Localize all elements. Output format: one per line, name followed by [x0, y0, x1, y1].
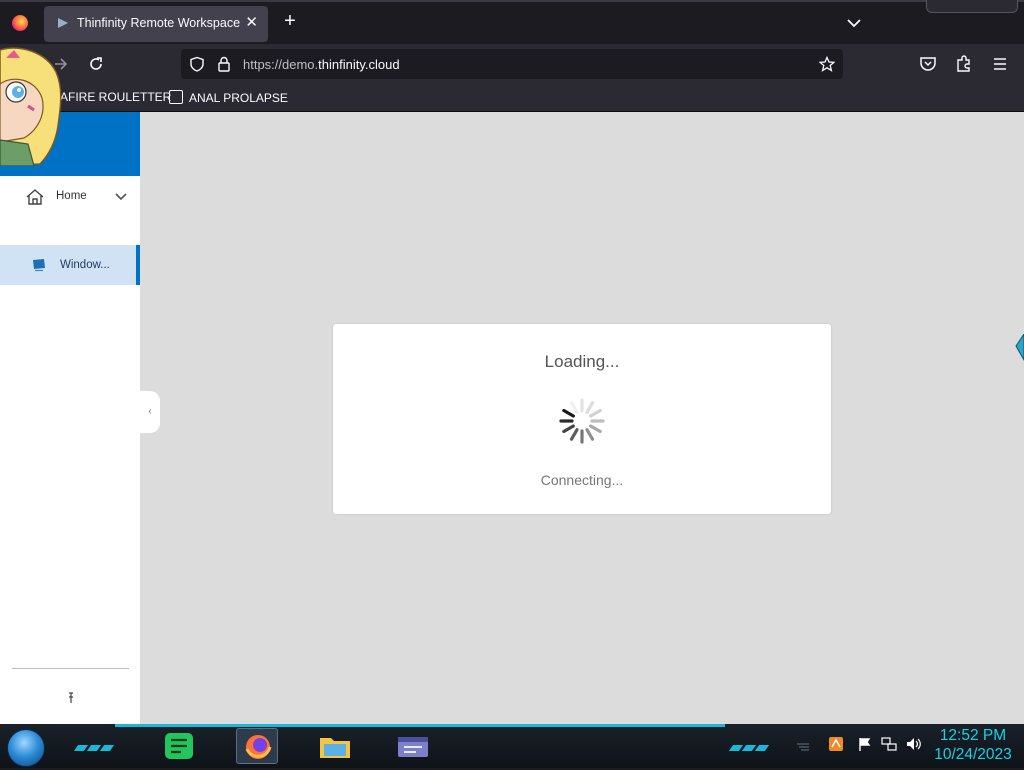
reload-icon[interactable] — [86, 54, 106, 74]
star-icon[interactable] — [819, 56, 835, 72]
sidebar-item-label: Home — [56, 190, 87, 202]
network-icon[interactable] — [881, 736, 897, 752]
firefox-logo-icon[interactable] — [12, 15, 28, 31]
explorer-app-icon[interactable] — [314, 728, 356, 764]
bookmark-item[interactable]: ANAL PROLAPSE — [169, 90, 288, 105]
pocket-icon[interactable] — [918, 54, 938, 74]
sidebar-item-home[interactable]: Home — [0, 180, 140, 214]
taskbar-accent-line — [115, 724, 725, 727]
bookmark-favicon-icon — [169, 90, 183, 104]
bookmarks-toolbar: DIAFIRE ROULETTER ANAL PROLAPSE — [0, 84, 1024, 112]
extensions-icon[interactable] — [954, 54, 974, 74]
url-bar[interactable]: https://demo.thinfinity.cloud — [181, 49, 843, 79]
volume-icon[interactable] — [905, 736, 921, 752]
sidebar-collapse-button[interactable]: ‹ — [140, 391, 160, 433]
home-icon — [26, 189, 44, 205]
app-tray-icon[interactable] — [828, 736, 844, 752]
window-app-icon[interactable] — [392, 728, 434, 764]
browser-navbar: https://demo.thinfinity.cloud — [0, 44, 1024, 84]
firefox-app-icon[interactable] — [236, 728, 278, 764]
clock-time: 12:52 PM — [939, 727, 1007, 744]
tab-title: Thinfinity Remote Workspace — [77, 16, 241, 30]
show-hidden-icons-icon[interactable] — [795, 736, 811, 752]
sidebar-item-window[interactable]: Window... — [0, 245, 140, 285]
taskbar: 12:52 PM 10/24/2023 — [0, 724, 1024, 768]
browser-tab[interactable]: Thinfinity Remote Workspace ✕ — [44, 6, 268, 42]
url-text[interactable]: https://demo.thinfinity.cloud — [243, 57, 400, 72]
chevron-down-icon[interactable] — [845, 14, 863, 32]
bookmark-item[interactable]: DIAFIRE ROULETTER — [48, 90, 171, 104]
sidebar-item-label: Window... — [60, 259, 110, 271]
loading-dialog: Loading... Connecting... — [333, 324, 831, 514]
flag-icon[interactable] — [857, 736, 873, 752]
web-page: Home Window... ‹ Loading... Connecting..… — [0, 112, 1024, 724]
cartoon-mascot-image — [0, 47, 62, 166]
pin-icon[interactable] — [67, 692, 75, 704]
clock-date: 10/24/2023 — [934, 746, 1012, 763]
monitor-icon — [33, 259, 45, 272]
system-clock[interactable]: 12:52 PM 10/24/2023 — [928, 726, 1018, 764]
thinfinity-favicon-icon — [58, 18, 68, 28]
loading-title: Loading... — [544, 352, 620, 371]
sidebar-divider — [12, 668, 129, 669]
lock-icon[interactable] — [217, 56, 231, 72]
shield-icon[interactable] — [189, 56, 205, 72]
taskbar-decoration — [73, 738, 115, 751]
menu-icon[interactable] — [990, 54, 1010, 74]
chevron-down-icon[interactable] — [115, 192, 127, 202]
bookmark-label: ANAL PROLAPSE — [189, 91, 288, 105]
taskbar-decoration — [728, 738, 770, 751]
browser-titlebar: Thinfinity Remote Workspace ✕ + — [0, 0, 1024, 44]
sidebar: Home Window... — [0, 112, 140, 724]
edge-arrow-icon — [1015, 334, 1024, 362]
new-tab-button[interactable]: + — [280, 11, 300, 32]
tab-close-icon[interactable]: ✕ — [245, 13, 258, 31]
start-orb-icon[interactable] — [7, 729, 45, 767]
window-frame-decoration — [926, 0, 1018, 13]
notes-app-icon[interactable] — [158, 728, 200, 764]
spinner-icon — [559, 398, 605, 444]
loading-status: Connecting... — [540, 472, 624, 488]
